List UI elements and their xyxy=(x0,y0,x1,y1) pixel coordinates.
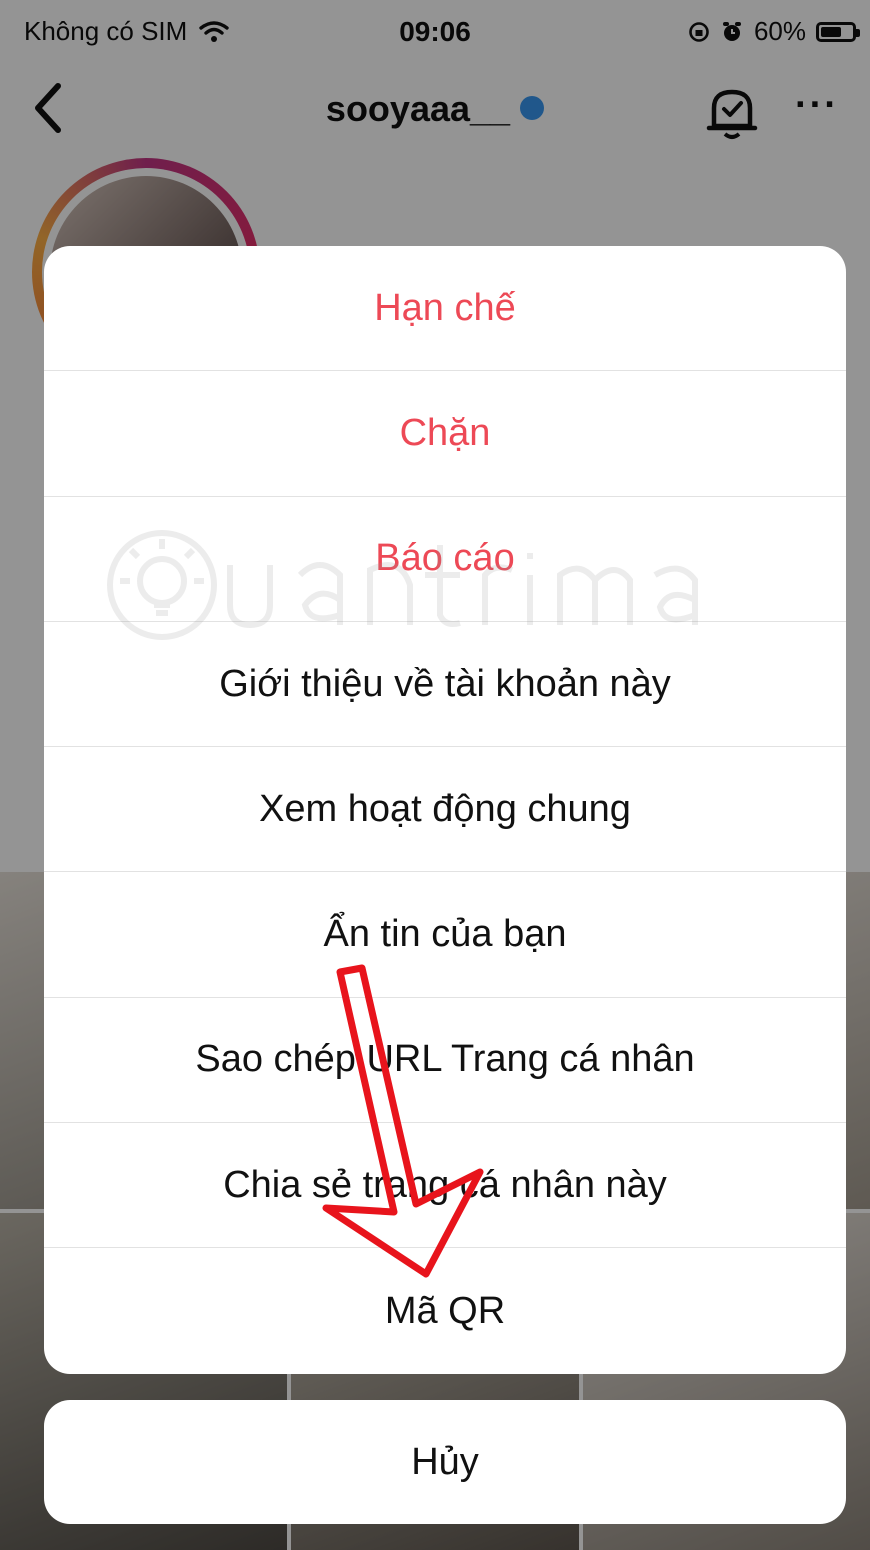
option-hide-story[interactable]: Ẩn tin của bạn xyxy=(44,872,846,998)
option-qr-code[interactable]: Mã QR xyxy=(44,1248,846,1373)
option-about-account[interactable]: Giới thiệu về tài khoản này xyxy=(44,622,846,748)
option-copy-profile-url[interactable]: Sao chép URL Trang cá nhân xyxy=(44,998,846,1124)
screen: Không có SIM 09:06 60% sooyaaa__ ··· Hạn… xyxy=(0,0,870,1550)
option-restrict[interactable]: Hạn chế xyxy=(44,246,846,372)
action-sheet: Hạn chế Chặn Báo cáo Giới thiệu về tài k… xyxy=(44,246,846,1374)
option-block[interactable]: Chặn xyxy=(44,371,846,497)
option-shared-activity[interactable]: Xem hoạt động chung xyxy=(44,747,846,873)
option-report[interactable]: Báo cáo xyxy=(44,497,846,622)
cancel-button[interactable]: Hủy xyxy=(44,1400,846,1524)
option-share-profile[interactable]: Chia sẻ trang cá nhân này xyxy=(44,1123,846,1249)
